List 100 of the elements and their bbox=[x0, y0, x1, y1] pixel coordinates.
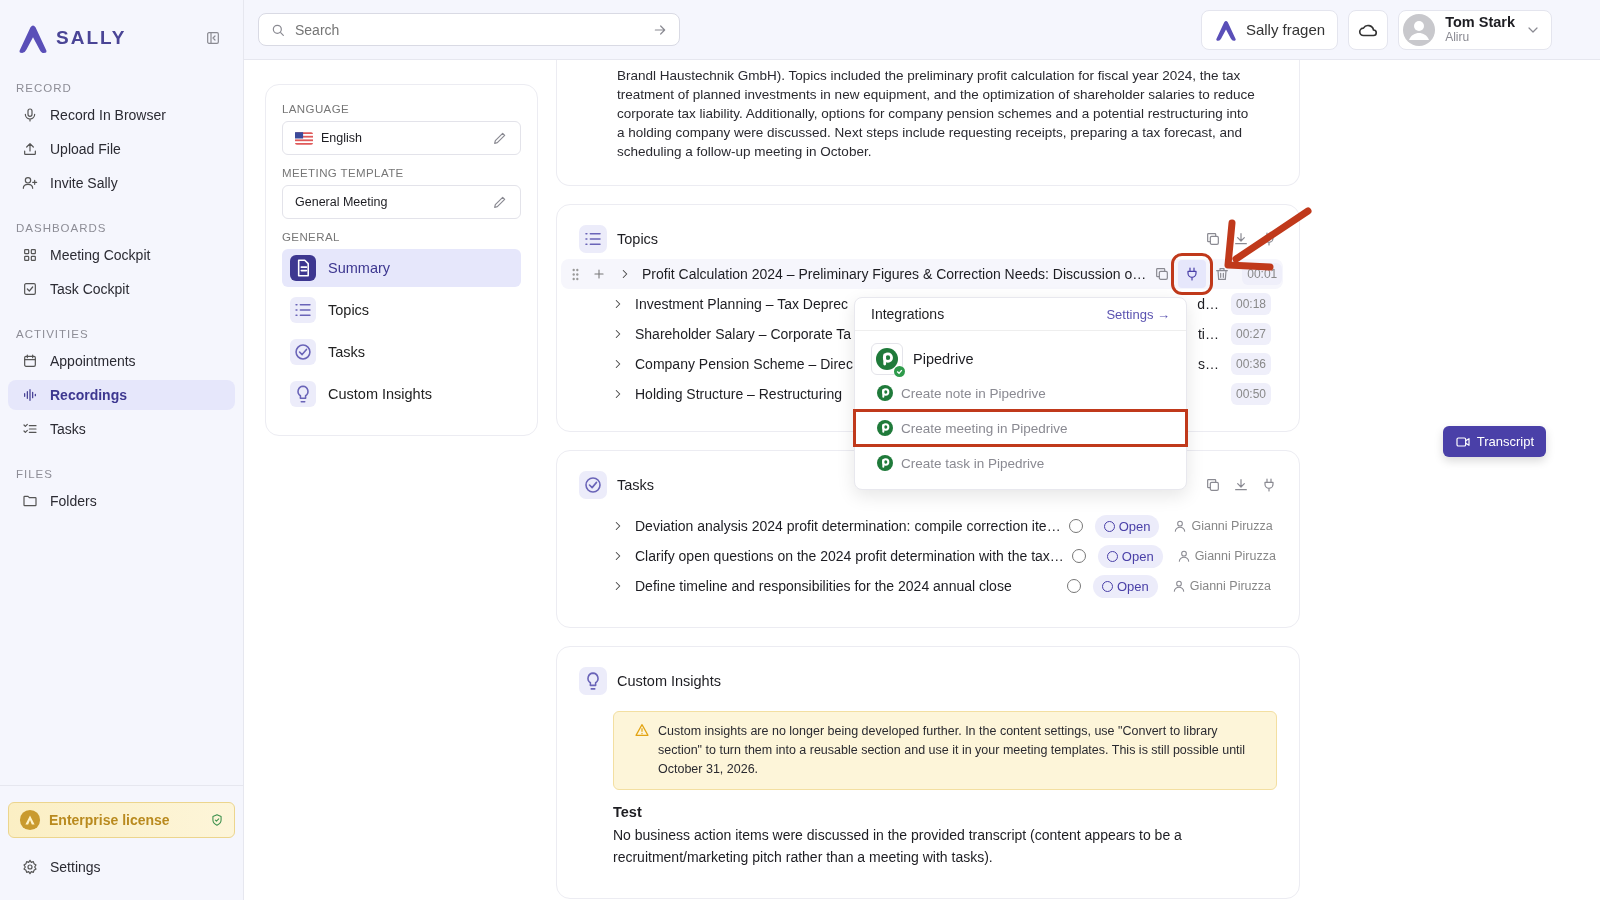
grid-icon bbox=[22, 247, 38, 263]
sidebar-toggle-icon[interactable] bbox=[205, 30, 221, 46]
language-select[interactable]: English bbox=[282, 121, 521, 155]
shield-icon bbox=[210, 813, 224, 827]
logo-icon bbox=[877, 420, 893, 436]
task-title[interactable]: Define timeline and responsibilities for the 2024 annual close bbox=[635, 578, 1012, 594]
assignee[interactable]: Gianni Piruzza bbox=[1176, 549, 1276, 563]
topic-title[interactable]: Investment Planning – Tax Deprec bbox=[635, 296, 848, 312]
logo-icon bbox=[877, 455, 893, 471]
upload-icon bbox=[22, 141, 38, 157]
trash-icon[interactable] bbox=[1214, 266, 1231, 282]
topic-title[interactable]: Shareholder Salary – Corporate Ta bbox=[635, 326, 852, 342]
insight-text: No business action items were discussed in the provided transcript (content appears to be a recruitment/marketing pitch rather than a meeting with tasks). bbox=[613, 826, 1183, 867]
insight-title: Test bbox=[613, 804, 643, 820]
template-select[interactable]: General Meeting bbox=[282, 185, 521, 219]
sidebar-item[interactable]: Tasks bbox=[8, 414, 235, 444]
document-icon bbox=[290, 255, 316, 281]
field-label: MEETING TEMPLATE bbox=[282, 167, 405, 179]
logo-icon bbox=[19, 809, 41, 831]
menu-item[interactable]: Create task in Pipedrive bbox=[857, 449, 1184, 477]
status-badge[interactable]: Open bbox=[1092, 574, 1158, 598]
menu-title: Integrations bbox=[871, 306, 945, 322]
section-item[interactable]: Summary bbox=[282, 249, 521, 287]
language-value: English bbox=[321, 131, 363, 145]
logo-icon bbox=[1213, 18, 1238, 41]
cloud-button[interactable] bbox=[1348, 9, 1389, 50]
field-label: LANGUAGE bbox=[282, 103, 351, 115]
sidebar-item[interactable]: Meeting Cockpit bbox=[8, 240, 235, 270]
user-plus-icon bbox=[22, 175, 38, 191]
topic-title[interactable]: Company Pension Scheme – Direc bbox=[635, 356, 853, 372]
sidebar-item[interactable]: Invite Sally bbox=[8, 168, 235, 198]
transcript-button[interactable]: Transcript bbox=[1442, 426, 1546, 457]
search-field[interactable]: Search bbox=[258, 13, 680, 46]
person-icon bbox=[1171, 579, 1186, 593]
avatar-icon bbox=[1403, 13, 1436, 46]
sidebar-item[interactable]: Upload File bbox=[8, 134, 235, 164]
drag-handle-icon[interactable] bbox=[571, 266, 580, 282]
user-org: Aliru bbox=[1445, 30, 1471, 45]
sidebar-item[interactable]: Recordings bbox=[8, 380, 235, 410]
summary-text: a holding company were discussed. Next steps include requesting receipts, preparing a tax forecast, and bbox=[617, 124, 1244, 142]
download-icon[interactable] bbox=[1233, 231, 1249, 247]
calendar-icon bbox=[22, 353, 38, 369]
topic-title[interactable]: d… bbox=[1197, 296, 1219, 312]
section-heading: ACTIVITIES bbox=[15, 328, 90, 342]
task-title[interactable]: Deviation analysis 2024 profit determination: compile correction ite… bbox=[635, 518, 1061, 534]
license-label: Enterprise license bbox=[49, 812, 171, 828]
topic-title[interactable]: ti… bbox=[1197, 326, 1219, 342]
warning-icon bbox=[634, 722, 650, 738]
topic-title[interactable]: Holding Structure – Restructuring bbox=[635, 386, 842, 402]
menu-item[interactable]: Create meeting in Pipedrive bbox=[853, 409, 1188, 447]
list-icon bbox=[579, 225, 607, 253]
plug-icon[interactable] bbox=[1261, 477, 1277, 493]
user-name: Tom Stark bbox=[1445, 14, 1515, 31]
topic-title[interactable]: s… bbox=[1197, 356, 1219, 372]
logo-icon bbox=[877, 385, 893, 401]
template-value: General Meeting bbox=[295, 195, 389, 209]
section-item[interactable]: Custom Insights bbox=[282, 375, 521, 413]
settings-link[interactable]: Settings bbox=[8, 852, 235, 882]
status-badge[interactable]: Open bbox=[1094, 514, 1160, 538]
list-icon bbox=[290, 297, 316, 323]
section-item[interactable]: Tasks bbox=[282, 333, 521, 371]
lightbulb-icon bbox=[290, 381, 316, 407]
copy-icon[interactable] bbox=[1205, 477, 1221, 493]
person-icon bbox=[1176, 549, 1191, 563]
sidebar-item[interactable]: Appointments bbox=[8, 346, 235, 376]
checkbox-icon bbox=[22, 281, 38, 297]
sidebar-item[interactable]: Task Cockpit bbox=[8, 274, 235, 304]
summary-text: treatment of planned investments in new equipment, and the optimization of shareholder salaries to reduce bbox=[617, 86, 1256, 104]
summary-text: corporate tax liability. Additionally, options for company pension schemes and a potential restructuring into bbox=[617, 105, 1250, 123]
card-title: Topics bbox=[617, 231, 660, 247]
user-menu[interactable]: Tom Stark Aliru bbox=[1398, 9, 1552, 50]
topic-title[interactable]: Profit Calculation 2024 – Preliminary Figures & Correction Needs: Discussion o… bbox=[642, 266, 1147, 282]
sidebar-item[interactable]: Folders bbox=[8, 486, 235, 516]
summary-text: scheduling a follow-up meeting in October. bbox=[617, 143, 873, 161]
download-icon[interactable] bbox=[1233, 477, 1249, 493]
notice-text: Custom insights are no longer being developed further. In the content settings, use "Convert to library section" to turn them into a reusable section and use it in your meeting templates. This is still possible until October 31, 2026. bbox=[658, 723, 1247, 778]
ask-button[interactable]: Sally fragen bbox=[1200, 9, 1339, 50]
copy-icon[interactable] bbox=[1154, 266, 1171, 282]
section-item[interactable]: Topics bbox=[282, 291, 521, 329]
plus-icon[interactable] bbox=[592, 267, 606, 281]
menu-item[interactable]: Create note in Pipedrive bbox=[857, 379, 1184, 407]
task-title[interactable]: Clarify open questions on the 2024 profit determination with the tax… bbox=[635, 548, 1064, 564]
lightbulb-icon bbox=[579, 667, 607, 695]
brand-name: SALLY bbox=[56, 27, 127, 49]
copy-icon[interactable] bbox=[1205, 231, 1221, 247]
field-label: GENERAL bbox=[282, 231, 341, 243]
assignee[interactable]: Gianni Piruzza bbox=[1171, 579, 1271, 593]
section-heading: RECORD bbox=[15, 82, 73, 96]
assignee[interactable]: Gianni Piruzza bbox=[1173, 519, 1273, 533]
pencil-icon[interactable] bbox=[492, 194, 508, 210]
section-heading: DASHBOARDS bbox=[15, 222, 108, 236]
sidebar-item[interactable]: Record In Browser bbox=[8, 100, 235, 130]
app-name: Pipedrive bbox=[913, 351, 974, 367]
summary-text: Brandl Haustechnik GmbH). Topics included the preliminary profit calculation for fiscal year 2024, the tax bbox=[617, 67, 1242, 85]
flag-icon bbox=[295, 131, 313, 145]
settings-icon bbox=[22, 859, 38, 875]
status-badge[interactable]: Open bbox=[1097, 544, 1163, 568]
settings-link[interactable]: Settings → bbox=[1106, 306, 1170, 322]
pencil-icon[interactable] bbox=[492, 130, 508, 146]
section-heading: FILES bbox=[15, 468, 54, 482]
